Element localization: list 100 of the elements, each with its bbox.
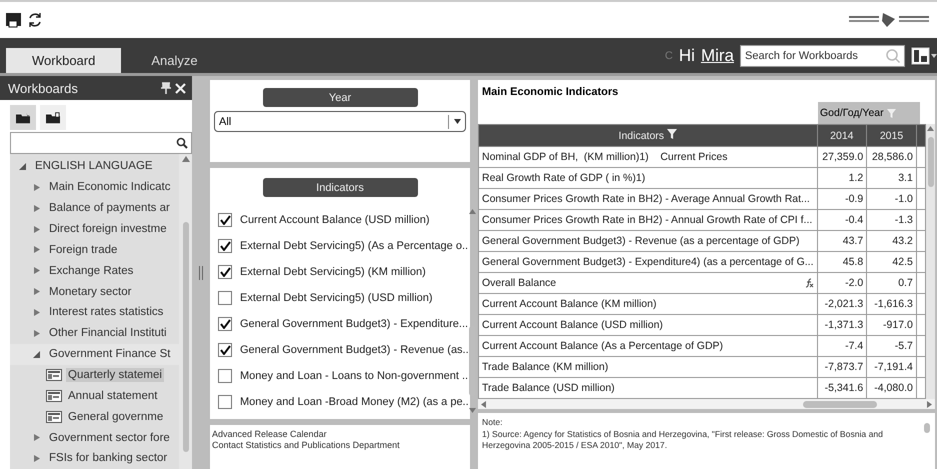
list-scrollbar[interactable] xyxy=(468,207,476,415)
horizontal-scrollbar[interactable] xyxy=(478,399,935,409)
toolbar-tab[interactable] xyxy=(40,105,66,130)
checkbox-label[interactable]: General Government Budget3) - Expenditure... xyxy=(240,318,468,330)
scrollbar-thumb[interactable] xyxy=(182,222,188,452)
table-cell: -917.0 xyxy=(866,314,916,336)
tree-item[interactable]: Direct foreign investme xyxy=(47,222,169,236)
table-cell: 3.1 xyxy=(866,168,916,188)
checkbox-label[interactable]: General Government Budget3) - Revenue (as.. xyxy=(240,344,469,356)
column-header[interactable]: 2015 xyxy=(866,124,916,146)
checkbox[interactable] xyxy=(218,213,232,227)
checkbox[interactable] xyxy=(218,343,232,357)
collapsed-arrow-icon[interactable] xyxy=(32,182,41,192)
table-cell: 43.7 xyxy=(817,230,867,252)
table-cell: Consumer Prices Growth Rate in BH2) - Average Annual Growth Rat... xyxy=(478,188,818,210)
pin-icon[interactable] xyxy=(161,82,171,94)
nav-tab[interactable]: Workboard xyxy=(6,48,122,73)
tree-item[interactable]: FSIs for banking sector xyxy=(47,451,170,466)
checkbox-label[interactable]: Money and Loan -Broad Money (M2) (as a pe.. xyxy=(240,396,469,408)
table-cell: 45.8 xyxy=(817,252,867,272)
checkbox[interactable] xyxy=(218,239,232,253)
scrollbar-thumb[interactable] xyxy=(928,137,934,187)
tree-item[interactable]: Monetary sector xyxy=(47,284,134,299)
checkbox-label[interactable]: Current Account Balance (USD million) xyxy=(240,214,430,226)
tree-item[interactable]: Main Economic Indicatc xyxy=(47,180,172,194)
table-cell: -1,616.3 xyxy=(866,294,916,314)
expanded-arrow-icon[interactable] xyxy=(32,350,41,359)
checkbox-label[interactable]: Money and Loan - Loans to Non-government .. xyxy=(240,370,468,382)
checkbox[interactable] xyxy=(218,265,232,279)
scrollbar-thumb[interactable] xyxy=(924,423,930,433)
expanded-arrow-icon[interactable] xyxy=(18,162,27,171)
refresh-icon[interactable] xyxy=(27,12,43,28)
tree-item[interactable]: Annual statement xyxy=(66,388,160,403)
table-cell: -0.4 xyxy=(817,210,867,230)
tree-item[interactable]: Exchange Rates xyxy=(47,264,136,278)
collapsed-arrow-icon[interactable] xyxy=(32,308,41,317)
status-letter: C xyxy=(664,50,673,62)
tree-item[interactable]: General governme xyxy=(66,410,166,424)
report-icon xyxy=(46,390,62,402)
tree-item[interactable]: Interest rates statistics xyxy=(47,305,166,320)
close-icon[interactable] xyxy=(175,82,186,94)
tree-item[interactable]: Foreign trade xyxy=(47,242,120,257)
splitter-grip[interactable] xyxy=(199,266,203,280)
collapsed-arrow-icon[interactable] xyxy=(32,287,41,296)
tree-scrollbar[interactable] xyxy=(179,154,192,469)
layout-icon[interactable] xyxy=(911,46,937,64)
table-scrollbar[interactable] xyxy=(926,124,935,399)
caret-icon xyxy=(454,119,461,124)
scrollbar-thumb[interactable] xyxy=(803,400,877,408)
tree-search-field[interactable] xyxy=(10,132,192,154)
user-link[interactable]: Mira xyxy=(700,46,734,66)
checkbox-label[interactable]: External Debt Servicing5) (As a Percentage o.. xyxy=(240,240,468,252)
footer-link[interactable]: Contact Statistics and Publications Department xyxy=(212,440,468,450)
greeting-text: Hi xyxy=(678,46,695,66)
toolbar-tab[interactable] xyxy=(10,105,36,130)
table-cell: -1.3 xyxy=(866,210,916,230)
tree-item[interactable]: Government sector fore xyxy=(47,430,172,445)
report-title: Main Economic Indicators xyxy=(481,85,620,100)
window-icon[interactable] xyxy=(6,12,23,28)
report-icon xyxy=(46,410,62,423)
checkbox[interactable] xyxy=(218,369,232,383)
collapsed-arrow-icon[interactable] xyxy=(32,433,41,442)
search-icon[interactable] xyxy=(176,137,188,149)
checkbox[interactable] xyxy=(218,291,232,305)
checkbox-label[interactable]: External Debt Servicing5) (KM million) xyxy=(240,266,426,278)
scroll-left-icon[interactable] xyxy=(481,400,486,408)
collapsed-arrow-icon[interactable] xyxy=(32,266,41,276)
collapsed-arrow-icon[interactable] xyxy=(32,224,41,234)
panel-title: Workboards xyxy=(8,80,78,96)
table-cell: Nominal GDP of BH, (KM million)1) Current Prices xyxy=(478,146,818,168)
scroll-up-icon[interactable] xyxy=(927,126,934,131)
table-cell: General Government Budget3) - Revenue (as a percentage of GDP) xyxy=(478,230,818,252)
filter-icon[interactable] xyxy=(666,129,677,139)
table-cell: Real Growth Rate of GDP ( in %)1) xyxy=(478,168,818,188)
checkbox[interactable] xyxy=(218,317,232,331)
table-cell: 27,359.0 xyxy=(817,146,867,168)
checkbox[interactable] xyxy=(218,395,232,409)
checkbox-label[interactable]: External Debt Servicing5) (USD million) xyxy=(240,292,433,304)
tree-item[interactable]: Other Financial Instituti xyxy=(47,326,169,340)
scroll-down-icon[interactable] xyxy=(468,408,476,413)
column-group-header[interactable]: God/Год/Year xyxy=(818,102,920,124)
scroll-right-icon[interactable] xyxy=(927,400,932,408)
tree-item[interactable]: Quarterly statemei xyxy=(66,368,164,382)
tree-item[interactable]: ENGLISH LANGUAGE xyxy=(33,159,155,174)
table-cell: -5.7 xyxy=(866,336,916,356)
scroll-up-icon[interactable] xyxy=(468,209,476,214)
collapsed-arrow-icon[interactable] xyxy=(32,204,41,213)
column-header[interactable]: Indicators xyxy=(478,124,818,146)
search-field[interactable]: Search for Workboards xyxy=(740,44,905,66)
tree-item[interactable]: Balance of payments ar xyxy=(47,201,172,216)
table-cell: -7,191.4 xyxy=(866,356,916,378)
collapsed-arrow-icon[interactable] xyxy=(32,454,41,463)
column-header[interactable]: 2014 xyxy=(817,124,867,146)
collapsed-arrow-icon[interactable] xyxy=(32,328,41,338)
scroll-up-icon[interactable] xyxy=(182,156,190,162)
collapsed-arrow-icon[interactable] xyxy=(32,245,41,254)
footer-link[interactable]: Advanced Release Calendar xyxy=(212,429,468,439)
year-dropdown[interactable]: All xyxy=(214,111,466,132)
table-cell: Overall Balance xyxy=(478,272,818,294)
nav-tab[interactable]: Analyze xyxy=(125,48,224,73)
